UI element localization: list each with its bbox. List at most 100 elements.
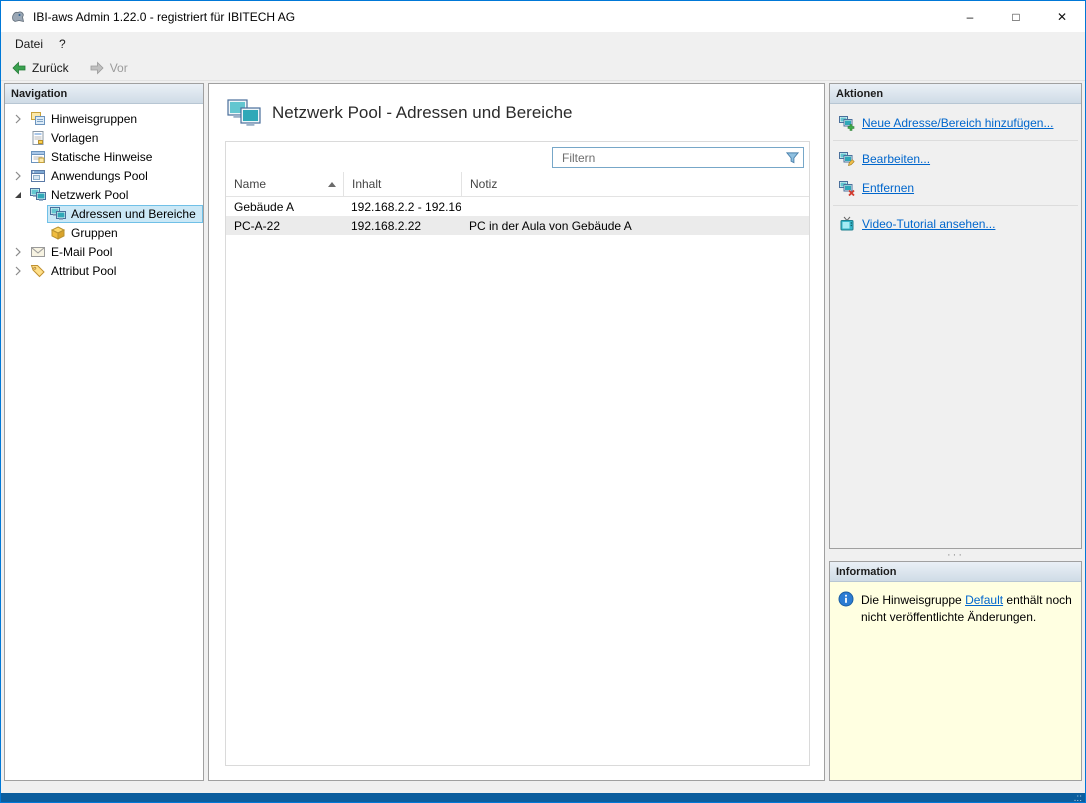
tree-item-statische-hinweise[interactable]: Statische Hinweise	[5, 147, 203, 166]
column-header-notiz[interactable]: Notiz	[461, 172, 809, 196]
minimize-button[interactable]: –	[947, 1, 993, 32]
filter-input[interactable]	[553, 151, 781, 165]
chevron-expanded-icon[interactable]	[9, 187, 27, 203]
actions-panel-header: Aktionen	[830, 84, 1081, 104]
navigation-tree: Hinweisgruppen	[5, 104, 203, 780]
column-label: Notiz	[470, 177, 497, 191]
column-label: Inhalt	[352, 177, 381, 191]
chevron-right-icon[interactable]	[9, 263, 27, 279]
default-group-link[interactable]: Default	[965, 593, 1003, 607]
information-panel-header: Information	[830, 562, 1081, 582]
tree-item-anwendungs-pool[interactable]: Anwendungs Pool	[5, 166, 203, 185]
tree-item-label: E-Mail Pool	[51, 245, 112, 259]
main-area: Navigation	[1, 81, 1085, 781]
action-label: Neue Adresse/Bereich hinzufügen...	[862, 116, 1053, 130]
email-pool-icon	[30, 244, 46, 260]
forward-button[interactable]: Vor	[85, 58, 132, 78]
menu-datei[interactable]: Datei	[7, 34, 51, 54]
information-body: Die Hinweisgruppe Default enthält noch n…	[830, 582, 1081, 780]
cell-name: Gebäude A	[226, 197, 343, 216]
application-pool-icon	[30, 168, 46, 184]
action-edit[interactable]: Bearbeiten...	[830, 144, 1081, 173]
actions-list: Neue Adresse/Bereich hinzufügen...	[830, 104, 1081, 238]
groups-box-icon	[50, 225, 66, 241]
back-arrow-icon	[11, 60, 27, 76]
tree-item-label: Anwendungs Pool	[51, 169, 148, 183]
close-button[interactable]: ✕	[1039, 1, 1085, 32]
navigation-panel: Navigation	[4, 83, 204, 781]
panel-splitter[interactable]: ···	[829, 549, 1082, 561]
chevron-right-icon[interactable]	[9, 111, 27, 127]
action-label: Bearbeiten...	[862, 152, 930, 166]
resize-grip[interactable]: .::	[1074, 794, 1082, 803]
network-pool-icon	[50, 206, 66, 222]
window-title: IBI-aws Admin 1.22.0 - registriert für I…	[33, 10, 295, 24]
cell-inhalt: 192.168.2.22	[343, 216, 461, 235]
action-remove[interactable]: Entfernen	[830, 173, 1081, 202]
back-button[interactable]: Zurück	[7, 58, 73, 78]
information-panel: Information Die Hinweisgruppe Default en…	[829, 561, 1082, 781]
info-icon	[838, 591, 854, 607]
chevron-right-icon[interactable]	[9, 168, 27, 184]
attribute-pool-icon	[30, 263, 46, 279]
tree-item-label: Gruppen	[71, 226, 118, 240]
app-icon	[9, 8, 27, 26]
tree-item-hinweisgruppen[interactable]: Hinweisgruppen	[5, 109, 203, 128]
maximize-button[interactable]: □	[993, 1, 1039, 32]
column-header-inhalt[interactable]: Inhalt	[343, 172, 461, 196]
network-pool-icon	[227, 98, 261, 128]
table-row[interactable]: Gebäude A 192.168.2.2 - 192.16...	[226, 197, 809, 216]
edit-network-address-icon	[839, 151, 855, 167]
window-controls: – □ ✕	[947, 1, 1085, 32]
filter-row	[226, 142, 809, 172]
tree-item-vorlagen[interactable]: Vorlagen	[5, 128, 203, 147]
cell-name: PC-A-22	[226, 216, 343, 235]
templates-icon	[30, 130, 46, 146]
bottom-gap	[1, 781, 1085, 793]
toolbar: Zurück Vor	[1, 55, 1085, 81]
table-empty-space	[226, 235, 809, 765]
tree-item-label: Statische Hinweise	[51, 150, 152, 164]
cell-notiz: PC in der Aula von Gebäude A	[461, 216, 809, 235]
tree-item-label: Hinweisgruppen	[51, 112, 137, 126]
column-label: Name	[234, 177, 266, 191]
column-header-name[interactable]: Name	[226, 172, 343, 196]
chevron-empty	[29, 225, 47, 241]
network-pool-icon	[30, 187, 46, 203]
tree-item-label: Netzwerk Pool	[51, 188, 128, 202]
action-video-tutorial[interactable]: Video-Tutorial ansehen...	[830, 209, 1081, 238]
static-notices-icon	[30, 149, 46, 165]
tree-item-label: Adressen und Bereiche	[71, 207, 196, 221]
cell-notiz	[461, 197, 809, 216]
tree-item-gruppen[interactable]: Gruppen	[5, 223, 203, 242]
chevron-right-icon[interactable]	[9, 244, 27, 260]
filter-funnel-icon[interactable]	[781, 150, 803, 166]
tree-item-label: Attribut Pool	[51, 264, 116, 278]
address-list: Name Inhalt Notiz Gebäude A 192.168.2.2 …	[225, 141, 810, 766]
menubar: Datei ?	[1, 32, 1085, 55]
notice-groups-icon	[30, 111, 46, 127]
forward-button-label: Vor	[110, 61, 128, 75]
chevron-empty	[9, 130, 27, 146]
back-button-label: Zurück	[32, 61, 69, 75]
app-window: IBI-aws Admin 1.22.0 - registriert für I…	[0, 0, 1086, 803]
statusbar: .::	[1, 793, 1085, 802]
add-network-address-icon	[839, 115, 855, 131]
video-tutorial-icon	[839, 216, 855, 232]
table-row[interactable]: PC-A-22 192.168.2.22 PC in der Aula von …	[226, 216, 809, 235]
menu-help[interactable]: ?	[51, 34, 74, 54]
right-column: Aktionen Neue Adresse/Bere	[829, 83, 1082, 781]
actions-panel: Aktionen Neue Adresse/Bere	[829, 83, 1082, 549]
separator	[833, 205, 1078, 206]
content-panel: Netzwerk Pool - Adressen und Bereiche	[208, 83, 825, 781]
content-header: Netzwerk Pool - Adressen und Bereiche	[225, 96, 810, 141]
tree-item-adressen-und-bereiche[interactable]: Adressen und Bereiche	[5, 204, 203, 223]
tree-item-email-pool[interactable]: E-Mail Pool	[5, 242, 203, 261]
tree-item-netzwerk-pool[interactable]: Netzwerk Pool	[5, 185, 203, 204]
filter-box[interactable]	[552, 147, 804, 168]
titlebar: IBI-aws Admin 1.22.0 - registriert für I…	[1, 1, 1085, 32]
action-add-address[interactable]: Neue Adresse/Bereich hinzufügen...	[830, 108, 1081, 137]
cell-inhalt: 192.168.2.2 - 192.16...	[343, 197, 461, 216]
tree-item-attribut-pool[interactable]: Attribut Pool	[5, 261, 203, 280]
info-text-before: Die Hinweisgruppe	[861, 593, 965, 607]
